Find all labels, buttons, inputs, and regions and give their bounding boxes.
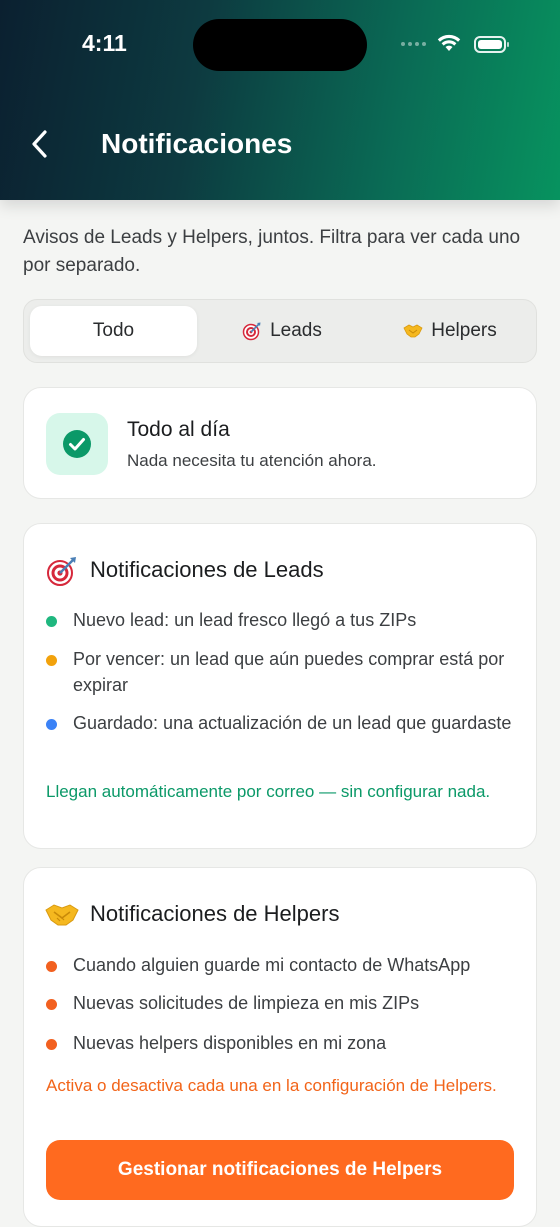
tab-helpers[interactable]: Helpers [367,306,533,356]
filter-segmented-control: Todo Leads Helpers [23,299,537,363]
status-dot [46,961,57,972]
handshake-icon [45,904,79,926]
status-dot [46,719,57,730]
target-icon [47,557,76,586]
battery-icon [474,36,509,53]
back-button[interactable] [26,126,56,162]
status-dot [46,999,57,1010]
tab-label: Todo [92,320,135,341]
leads-note: Llegan automáticamente por correo — sin … [46,782,491,801]
wifi-icon [437,34,461,51]
status-dot [46,616,57,627]
helpers-note: Activa o desactiva cada una en la config… [46,1076,497,1095]
chevron-left-icon [32,130,47,158]
leads-section-title: Notificaciones de Leads [90,557,324,582]
handshake-icon [403,324,423,338]
status-dot [46,655,57,666]
tab-todo[interactable]: Todo [30,306,197,356]
check-circle-icon [63,430,91,458]
tab-leads[interactable]: Leads [199,306,365,356]
target-icon [242,322,261,341]
page-title: Notificaciones [101,128,293,159]
helpers-section-title: Notificaciones de Helpers [90,901,340,926]
all-clear-card: Todo al día Nada necesita tu atención ah… [23,387,537,499]
signal-icon [401,42,426,46]
app-header: 4:11 Notificaciones [0,0,560,200]
tab-label: Leads [270,320,322,341]
dynamic-island [193,19,367,71]
all-clear-icon-container [46,413,108,475]
helpers-notifications-card: Notificaciones de Helpers Cuando alguien… [23,867,537,1227]
leads-notifications-card: Notificaciones de Leads Nuevo lead: un l… [23,523,537,849]
all-clear-title: Todo al día [127,418,230,441]
status-time: 4:11 [82,30,127,56]
intro-text: Avisos de Leads y Helpers, juntos. Filtr… [23,227,521,276]
manage-helpers-notifications-button[interactable]: Gestionar notificaciones de Helpers [46,1140,514,1200]
all-clear-subtitle: Nada necesita tu atención ahora. [127,451,377,470]
status-dot [46,1039,57,1050]
tab-label: Helpers [431,320,497,341]
